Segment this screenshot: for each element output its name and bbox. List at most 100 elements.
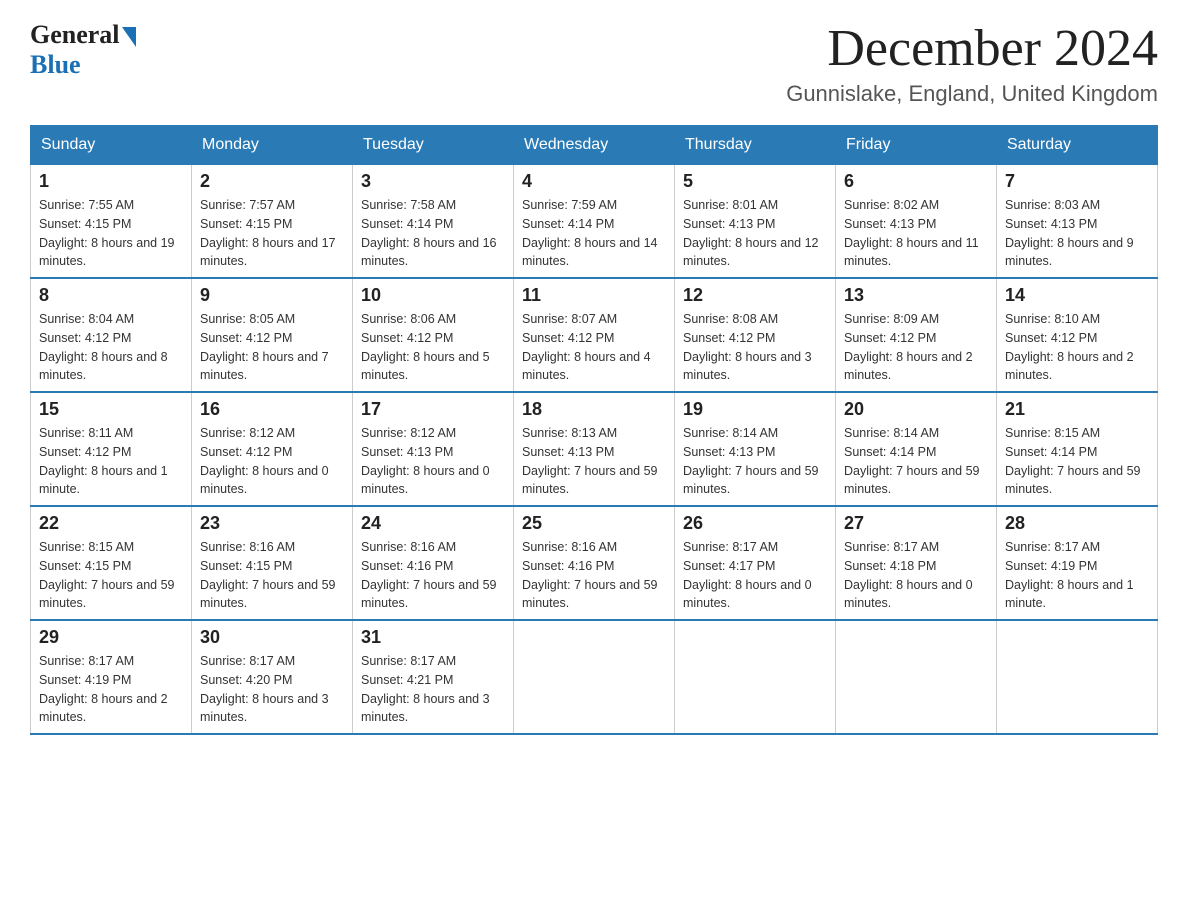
calendar-cell: 4Sunrise: 7:59 AMSunset: 4:14 PMDaylight… xyxy=(514,165,675,279)
calendar-cell: 24 Sunrise: 8:16 AMSunset: 4:16 PMDayligh… xyxy=(353,506,514,620)
day-info: Sunrise: 8:15 AMSunset: 4:14 PMDaylight:… xyxy=(1005,424,1149,499)
calendar-cell xyxy=(997,620,1158,734)
day-info: Sunrise: 8:05 AMSunset: 4:12 PMDaylight:… xyxy=(200,310,344,385)
day-info: Sunrise: 8:17 AMSunset: 4:19 PMDaylight:… xyxy=(39,652,183,727)
calendar-week-row: 8 Sunrise: 8:04 AMSunset: 4:12 PMDaylight… xyxy=(31,278,1158,392)
calendar-table: SundayMondayTuesdayWednesdayThursdayFrid… xyxy=(30,125,1158,735)
day-number: 29 xyxy=(39,627,183,648)
logo-triangle-icon xyxy=(122,27,136,47)
calendar-cell: 13Sunrise: 8:09 AMSunset: 4:12 PMDayligh… xyxy=(836,278,997,392)
calendar-week-row: 1 Sunrise: 7:55 AMSunset: 4:15 PMDaylight… xyxy=(31,165,1158,279)
calendar-cell: 11Sunrise: 8:07 AMSunset: 4:12 PMDayligh… xyxy=(514,278,675,392)
calendar-week-row: 15 Sunrise: 8:11 AMSunset: 4:12 PMDayligh… xyxy=(31,392,1158,506)
day-number: 23 xyxy=(200,513,344,534)
day-info: Sunrise: 8:17 AMSunset: 4:21 PMDaylight:… xyxy=(361,652,505,727)
day-number: 1 xyxy=(39,171,183,192)
calendar-cell: 7 Sunrise: 8:03 AMSunset: 4:13 PMDaylight… xyxy=(997,165,1158,279)
day-number: 25 xyxy=(522,513,666,534)
day-number: 5 xyxy=(683,171,827,192)
calendar-cell: 30 Sunrise: 8:17 AMSunset: 4:20 PMDayligh… xyxy=(192,620,353,734)
day-number: 28 xyxy=(1005,513,1149,534)
column-header-sunday: Sunday xyxy=(31,126,192,165)
column-header-wednesday: Wednesday xyxy=(514,126,675,165)
calendar-cell: 25 Sunrise: 8:16 AMSunset: 4:16 PMDayligh… xyxy=(514,506,675,620)
calendar-cell: 29 Sunrise: 8:17 AMSunset: 4:19 PMDayligh… xyxy=(31,620,192,734)
column-header-thursday: Thursday xyxy=(675,126,836,165)
day-number: 9 xyxy=(200,285,344,306)
calendar-cell: 8 Sunrise: 8:04 AMSunset: 4:12 PMDaylight… xyxy=(31,278,192,392)
day-number: 14 xyxy=(1005,285,1149,306)
day-info: Sunrise: 8:08 AMSunset: 4:12 PMDaylight:… xyxy=(683,310,827,385)
day-info: Sunrise: 8:15 AMSunset: 4:15 PMDaylight:… xyxy=(39,538,183,613)
calendar-cell: 23 Sunrise: 8:16 AMSunset: 4:15 PMDayligh… xyxy=(192,506,353,620)
day-info: Sunrise: 8:06 AMSunset: 4:12 PMDaylight:… xyxy=(361,310,505,385)
calendar-cell: 26 Sunrise: 8:17 AMSunset: 4:17 PMDayligh… xyxy=(675,506,836,620)
day-number: 6 xyxy=(844,171,988,192)
day-info: Sunrise: 8:03 AMSunset: 4:13 PMDaylight:… xyxy=(1005,196,1149,271)
day-info: Sunrise: 8:01 AMSunset: 4:13 PMDaylight:… xyxy=(683,196,827,271)
calendar-header-row: SundayMondayTuesdayWednesdayThursdayFrid… xyxy=(31,126,1158,165)
day-info: Sunrise: 8:04 AMSunset: 4:12 PMDaylight:… xyxy=(39,310,183,385)
day-number: 2 xyxy=(200,171,344,192)
day-number: 19 xyxy=(683,399,827,420)
day-info: Sunrise: 8:16 AMSunset: 4:15 PMDaylight:… xyxy=(200,538,344,613)
day-info: Sunrise: 8:17 AMSunset: 4:19 PMDaylight:… xyxy=(1005,538,1149,613)
calendar-cell: 31 Sunrise: 8:17 AMSunset: 4:21 PMDayligh… xyxy=(353,620,514,734)
day-info: Sunrise: 8:16 AMSunset: 4:16 PMDaylight:… xyxy=(522,538,666,613)
day-info: Sunrise: 8:11 AMSunset: 4:12 PMDaylight:… xyxy=(39,424,183,499)
page-header: General Blue December 2024 Gunnislake, E… xyxy=(30,20,1158,107)
day-info: Sunrise: 8:12 AMSunset: 4:13 PMDaylight:… xyxy=(361,424,505,499)
day-number: 18 xyxy=(522,399,666,420)
day-info: Sunrise: 8:14 AMSunset: 4:14 PMDaylight:… xyxy=(844,424,988,499)
day-number: 24 xyxy=(361,513,505,534)
calendar-cell xyxy=(514,620,675,734)
day-number: 8 xyxy=(39,285,183,306)
calendar-cell xyxy=(836,620,997,734)
day-info: Sunrise: 8:17 AMSunset: 4:17 PMDaylight:… xyxy=(683,538,827,613)
day-info: Sunrise: 7:58 AMSunset: 4:14 PMDaylight:… xyxy=(361,196,505,271)
day-number: 7 xyxy=(1005,171,1149,192)
column-header-friday: Friday xyxy=(836,126,997,165)
calendar-cell: 15 Sunrise: 8:11 AMSunset: 4:12 PMDayligh… xyxy=(31,392,192,506)
calendar-cell: 16 Sunrise: 8:12 AMSunset: 4:12 PMDayligh… xyxy=(192,392,353,506)
day-number: 15 xyxy=(39,399,183,420)
day-number: 10 xyxy=(361,285,505,306)
calendar-cell: 17 Sunrise: 8:12 AMSunset: 4:13 PMDayligh… xyxy=(353,392,514,506)
day-info: Sunrise: 7:55 AMSunset: 4:15 PMDaylight:… xyxy=(39,196,183,271)
month-title: December 2024 xyxy=(786,20,1158,77)
day-info: Sunrise: 8:17 AMSunset: 4:18 PMDaylight:… xyxy=(844,538,988,613)
day-info: Sunrise: 8:09 AMSunset: 4:12 PMDaylight:… xyxy=(844,310,988,385)
day-info: Sunrise: 8:16 AMSunset: 4:16 PMDaylight:… xyxy=(361,538,505,613)
day-info: Sunrise: 8:02 AMSunset: 4:13 PMDaylight:… xyxy=(844,196,988,271)
day-number: 22 xyxy=(39,513,183,534)
day-info: Sunrise: 8:07 AMSunset: 4:12 PMDaylight:… xyxy=(522,310,666,385)
day-number: 30 xyxy=(200,627,344,648)
calendar-week-row: 29 Sunrise: 8:17 AMSunset: 4:19 PMDayligh… xyxy=(31,620,1158,734)
calendar-cell: 1 Sunrise: 7:55 AMSunset: 4:15 PMDaylight… xyxy=(31,165,192,279)
calendar-cell xyxy=(675,620,836,734)
location-title: Gunnislake, England, United Kingdom xyxy=(786,81,1158,107)
calendar-cell: 3Sunrise: 7:58 AMSunset: 4:14 PMDaylight… xyxy=(353,165,514,279)
calendar-cell: 18Sunrise: 8:13 AMSunset: 4:13 PMDayligh… xyxy=(514,392,675,506)
column-header-monday: Monday xyxy=(192,126,353,165)
calendar-week-row: 22 Sunrise: 8:15 AMSunset: 4:15 PMDayligh… xyxy=(31,506,1158,620)
calendar-cell: 9 Sunrise: 8:05 AMSunset: 4:12 PMDaylight… xyxy=(192,278,353,392)
calendar-cell: 6 Sunrise: 8:02 AMSunset: 4:13 PMDaylight… xyxy=(836,165,997,279)
day-number: 27 xyxy=(844,513,988,534)
calendar-cell: 12Sunrise: 8:08 AMSunset: 4:12 PMDayligh… xyxy=(675,278,836,392)
day-info: Sunrise: 8:14 AMSunset: 4:13 PMDaylight:… xyxy=(683,424,827,499)
day-info: Sunrise: 8:17 AMSunset: 4:20 PMDaylight:… xyxy=(200,652,344,727)
calendar-cell: 2 Sunrise: 7:57 AMSunset: 4:15 PMDaylight… xyxy=(192,165,353,279)
day-number: 21 xyxy=(1005,399,1149,420)
day-info: Sunrise: 8:12 AMSunset: 4:12 PMDaylight:… xyxy=(200,424,344,499)
day-number: 26 xyxy=(683,513,827,534)
logo-general-text: General xyxy=(30,20,120,50)
calendar-cell: 14Sunrise: 8:10 AMSunset: 4:12 PMDayligh… xyxy=(997,278,1158,392)
day-number: 16 xyxy=(200,399,344,420)
day-number: 17 xyxy=(361,399,505,420)
calendar-cell: 22 Sunrise: 8:15 AMSunset: 4:15 PMDayligh… xyxy=(31,506,192,620)
calendar-cell: 10 Sunrise: 8:06 AMSunset: 4:12 PMDayligh… xyxy=(353,278,514,392)
calendar-cell: 21 Sunrise: 8:15 AMSunset: 4:14 PMDayligh… xyxy=(997,392,1158,506)
day-info: Sunrise: 7:57 AMSunset: 4:15 PMDaylight:… xyxy=(200,196,344,271)
day-number: 31 xyxy=(361,627,505,648)
